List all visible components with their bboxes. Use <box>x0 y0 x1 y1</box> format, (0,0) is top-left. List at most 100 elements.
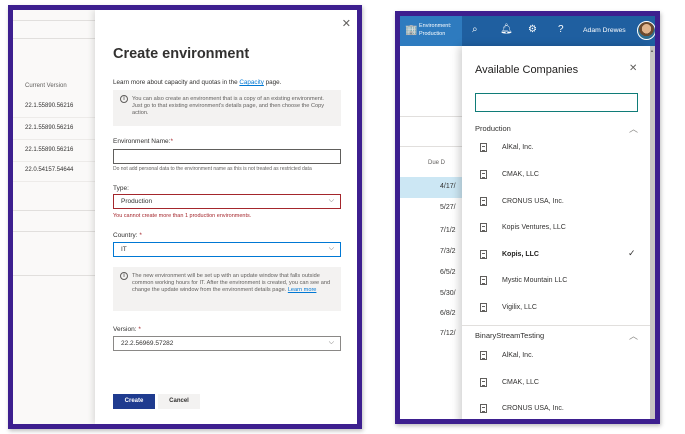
company-item[interactable]: Vigilix, LLC <box>462 297 650 323</box>
close-icon[interactable]: ✕ <box>629 63 637 74</box>
company-name: Mystic Mountain LLC <box>502 277 568 284</box>
document-icon <box>480 197 487 206</box>
company-item[interactable]: AlKal, Inc. <box>462 137 650 163</box>
country-label-text: Country: <box>113 232 138 239</box>
create-button[interactable]: Create <box>113 394 155 409</box>
info-icon: i <box>120 272 128 280</box>
company-search-input[interactable] <box>475 93 638 112</box>
company-name: AlKal, Inc. <box>502 352 534 359</box>
environment-name-input[interactable] <box>113 149 341 164</box>
version-cell: 22.1.55890.56216 <box>25 147 74 153</box>
list-row[interactable]: 22.0.54157.54644 <box>13 160 95 182</box>
chevron-up-icon[interactable]: ︿ <box>629 329 638 342</box>
list-row[interactable]: 5/30/ <box>428 284 462 305</box>
company-item-selected[interactable]: Kopis, LLC ✓ <box>462 244 650 270</box>
company-item[interactable]: AlKal, Inc. <box>462 345 650 371</box>
copy-info-box: i You can also create an environment tha… <box>113 90 341 126</box>
environment-name-label-text: Environment Name: <box>113 138 171 145</box>
list-row[interactable]: 6/8/2 <box>428 304 462 325</box>
type-dropdown[interactable]: Production ⌵ <box>113 194 341 209</box>
company-item[interactable]: CMAK, LLC <box>462 164 650 190</box>
group-name: Production <box>475 124 511 133</box>
list-row[interactable]: 7/1/2 <box>428 221 462 242</box>
avatar[interactable] <box>637 21 655 40</box>
type-label: Type: <box>113 185 129 192</box>
required-mark: * <box>139 232 142 239</box>
environment-name-label: Environment Name:* <box>113 138 173 145</box>
learn-more-link[interactable]: Learn more <box>288 287 317 293</box>
list-row[interactable]: 6/5/2 <box>428 263 462 284</box>
document-icon <box>480 250 487 259</box>
company-item[interactable]: CMAK, LLC <box>462 372 650 398</box>
date-cell: 4/17/ <box>440 183 456 190</box>
info-icon: i <box>120 95 128 103</box>
document-icon <box>480 223 487 232</box>
copy-info-text: You can also create an environment that … <box>132 96 324 117</box>
gear-icon[interactable]: ⚙ <box>528 24 537 35</box>
document-icon <box>480 303 487 312</box>
search-icon[interactable]: ⌕ <box>472 24 478 35</box>
top-bar: 🏢 Environment: Production ⌕ 🔔︎ ⚙ ? Adam … <box>400 16 655 46</box>
version-value: 22.2.56969.57282 <box>121 340 174 347</box>
group-name: BinaryStreamTesting <box>475 331 545 340</box>
list-row[interactable]: 5/27/ <box>428 198 462 219</box>
list-row[interactable]: 22.1.55890.56216 <box>13 118 95 140</box>
cancel-button[interactable]: Cancel <box>158 394 200 409</box>
panel-title: Create environment <box>113 46 250 62</box>
environments-list-background: Current Version 22.1.55890.56216 22.1.55… <box>13 10 95 424</box>
company-item[interactable]: CRONUS USA, Inc. <box>462 191 650 217</box>
company-item[interactable]: Kopis Ventures, LLC <box>462 217 650 243</box>
capacity-link[interactable]: Capacity <box>239 79 264 86</box>
required-mark: * <box>138 326 141 333</box>
company-name: CRONUS USA, Inc. <box>502 198 564 205</box>
help-icon[interactable]: ? <box>558 24 564 35</box>
close-icon[interactable]: ✕ <box>342 17 351 30</box>
environment-value: Production <box>419 31 446 37</box>
version-cell: 22.0.54157.54644 <box>25 167 74 173</box>
version-cell: 22.1.55890.56216 <box>25 103 74 109</box>
country-value: IT <box>121 246 127 253</box>
environment-switcher-button[interactable]: 🏢 Environment: Production <box>400 16 462 46</box>
list-row[interactable]: 22.1.55890.56216 <box>13 140 95 162</box>
column-header-due-date: Due D <box>428 160 446 166</box>
group-header-binarystreamtesting[interactable]: BinaryStreamTesting ︿ <box>475 329 638 342</box>
column-header-current-version: Current Version <box>25 83 67 89</box>
company-item[interactable]: CRONUS USA, Inc. <box>462 398 650 419</box>
company-name: CMAK, LLC <box>502 171 539 178</box>
environment-label: Environment: <box>419 23 452 29</box>
group-header-production[interactable]: Production ︿ <box>475 122 638 135</box>
group-divider <box>462 325 650 326</box>
date-cell: 6/5/2 <box>440 269 456 276</box>
company-item[interactable]: Mystic Mountain LLC <box>462 270 650 296</box>
country-dropdown[interactable]: IT ⌵ <box>113 242 341 257</box>
list-row[interactable]: 7/12/ <box>428 324 462 345</box>
chevron-up-icon[interactable]: ︿ <box>629 122 638 135</box>
chevron-down-icon: ⌵ <box>328 245 334 252</box>
available-companies-panel: Available Companies ✕ Production ︿ AlKal… <box>462 46 650 419</box>
panel-title: Available Companies <box>475 64 579 76</box>
type-error-message: You cannot create more than 1 production… <box>113 213 252 219</box>
company-name: Kopis, LLC <box>502 251 539 258</box>
list-row[interactable]: 7/3/2 <box>428 242 462 263</box>
scrollbar[interactable]: ▲ <box>650 46 655 419</box>
intro-suffix: page. <box>263 79 282 86</box>
create-environment-screenshot: Current Version 22.1.55890.56216 22.1.55… <box>8 5 362 429</box>
bell-icon[interactable]: 🔔︎ <box>500 24 513 35</box>
checkmark-icon: ✓ <box>628 248 636 258</box>
version-cell: 22.1.55890.56216 <box>25 125 74 131</box>
date-cell: 5/27/ <box>440 204 456 211</box>
date-cell: 6/8/2 <box>440 310 456 317</box>
date-cell: 7/3/2 <box>440 248 456 255</box>
version-label-text: Version: <box>113 326 137 333</box>
intro-text: Learn more about capacity and quotas in … <box>113 79 281 86</box>
update-window-info-box: i The new environment will be set up wit… <box>113 267 341 311</box>
date-cell: 7/1/2 <box>440 227 456 234</box>
country-label: Country: * <box>113 232 142 239</box>
list-row[interactable]: 4/17/ <box>400 177 462 198</box>
user-name[interactable]: Adam Drewes <box>583 27 626 34</box>
version-dropdown[interactable]: 22.2.56969.57282 ⌵ <box>113 336 341 351</box>
list-row[interactable]: 22.1.55890.56216 <box>13 96 95 118</box>
type-value: Production <box>121 198 153 205</box>
document-icon <box>480 351 487 360</box>
scroll-up-arrow-icon[interactable]: ▲ <box>650 48 654 53</box>
